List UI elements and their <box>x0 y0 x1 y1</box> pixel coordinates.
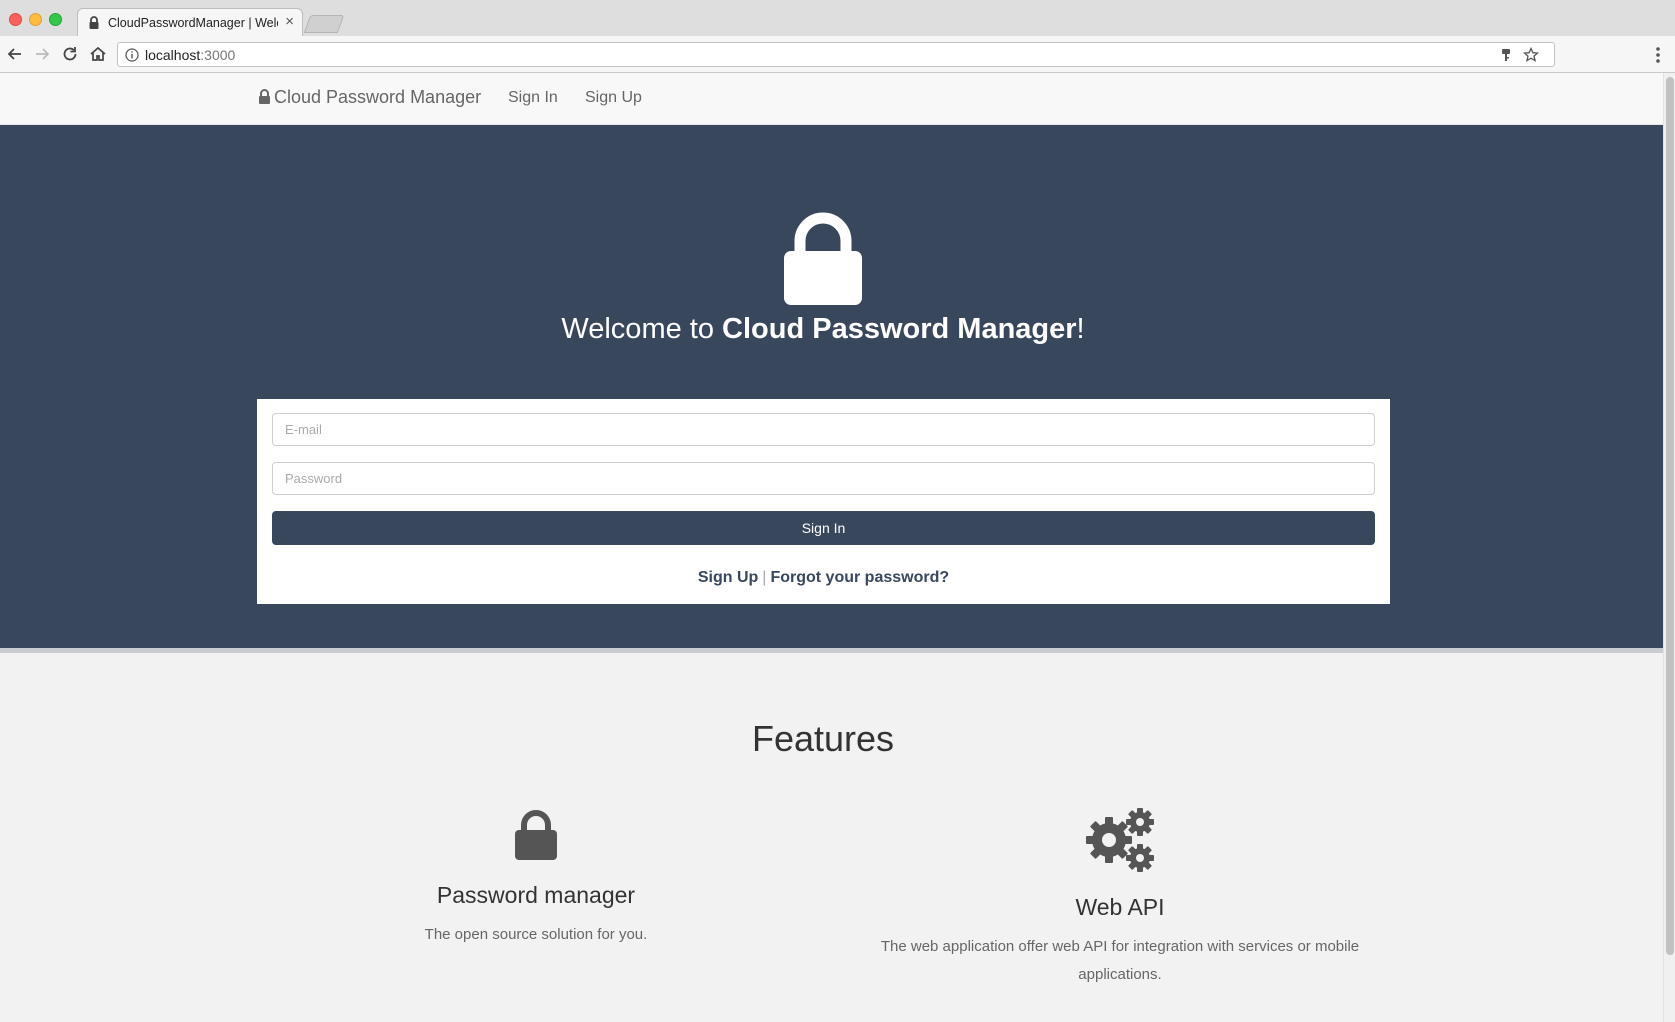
scrollbar-thumb[interactable] <box>1666 77 1674 955</box>
hero-section: Welcome to Cloud Password Manager! Sign … <box>0 125 1663 648</box>
brand-link[interactable]: Cloud Password Manager <box>258 87 481 108</box>
page-viewport: Cloud Password Manager Sign In Sign Up W… <box>0 73 1663 1022</box>
home-icon[interactable] <box>88 44 108 64</box>
forward-arrow-icon[interactable] <box>32 44 52 64</box>
feature-password-manager: Password manager The open source solutio… <box>276 808 796 949</box>
form-links: Sign Up | Forgot your password? <box>257 569 1390 587</box>
features-section: Features Password manager The open sourc… <box>0 653 1663 1022</box>
minimize-window-button[interactable] <box>29 13 42 26</box>
features-title: Features <box>751 718 895 759</box>
lock-icon <box>784 212 862 305</box>
info-icon[interactable] <box>125 48 139 62</box>
more-menu-icon[interactable] <box>1650 45 1666 65</box>
feature-web-api: Web API The web application offer web AP… <box>860 808 1380 989</box>
site-navbar: Cloud Password Manager Sign In Sign Up <box>0 73 1663 125</box>
reload-icon[interactable] <box>60 44 80 64</box>
back-arrow-icon[interactable] <box>5 44 25 64</box>
lock-icon <box>259 89 270 104</box>
close-window-button[interactable] <box>9 13 22 26</box>
password-field[interactable] <box>272 462 1375 495</box>
feature-name: Password manager <box>436 882 636 908</box>
close-icon[interactable]: × <box>285 14 294 30</box>
forgot-password-link[interactable]: Forgot your password? <box>770 569 949 586</box>
tab-title: CloudPasswordManager | Welcome <box>108 16 278 30</box>
nav-sign-up[interactable]: Sign Up <box>585 89 642 107</box>
browser-tab[interactable]: CloudPasswordManager | Welcome × <box>77 8 303 36</box>
browser-toolbar: localhost:3000 <box>0 36 1675 73</box>
login-form: Sign In Sign Up|Forgot your password? <box>257 399 1390 604</box>
gears-icon <box>1086 808 1154 872</box>
address-bar[interactable]: localhost:3000 <box>117 42 1555 67</box>
browser-titlebar: CloudPasswordManager | Welcome × <box>0 0 1675 36</box>
lock-icon <box>515 810 557 860</box>
feature-description: The web application offer web API for in… <box>880 938 1360 983</box>
brand-text: Cloud Password Manager <box>274 87 482 107</box>
email-field[interactable] <box>272 413 1375 446</box>
star-icon[interactable] <box>1523 47 1539 63</box>
feature-name: Web API <box>1075 894 1165 920</box>
url-text[interactable]: localhost:3000 <box>145 47 235 63</box>
new-tab-button[interactable] <box>303 15 345 33</box>
lock-icon <box>89 16 99 29</box>
link-separator: | <box>762 569 767 586</box>
feature-description: The open source solution for you. <box>424 926 648 943</box>
vertical-scrollbar[interactable] <box>1663 73 1675 1022</box>
welcome-heading: Welcome to Cloud Password Manager! <box>561 313 1085 345</box>
sign-in-button[interactable]: Sign In <box>272 511 1375 545</box>
key-icon[interactable] <box>1498 47 1514 63</box>
nav-sign-in[interactable]: Sign In <box>508 89 558 107</box>
sign-up-link[interactable]: Sign Up <box>698 569 758 586</box>
maximize-window-button[interactable] <box>49 13 62 26</box>
